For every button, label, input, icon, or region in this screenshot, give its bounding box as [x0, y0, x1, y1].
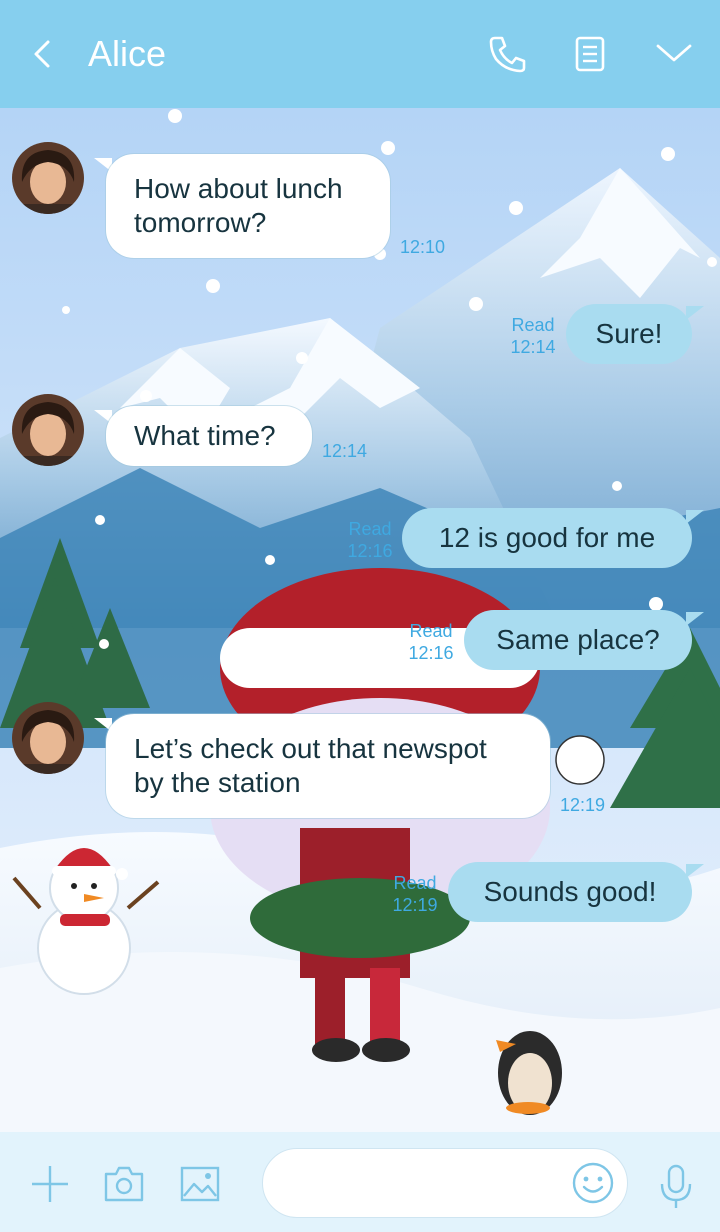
- chat-title: Alice: [88, 33, 167, 74]
- incoming-message-bubble[interactable]: Let’s check out that newspot by the stat…: [106, 714, 550, 818]
- read-label: Read: [511, 315, 555, 335]
- chevron-down-icon[interactable]: [652, 32, 696, 76]
- read-label: Read: [409, 621, 453, 641]
- emoji-icon[interactable]: [570, 1160, 616, 1206]
- contact-avatar[interactable]: [12, 702, 84, 774]
- back-icon[interactable]: [26, 34, 62, 74]
- read-label: Read: [393, 873, 437, 893]
- chat-header: Alice: [0, 0, 720, 108]
- message-timestamp: 12:14: [322, 441, 368, 461]
- outgoing-message-bubble[interactable]: 12 is good for me: [402, 508, 692, 568]
- message-timestamp: 12:10: [400, 237, 446, 257]
- message-text-line: How about lunch: [134, 173, 343, 204]
- incoming-message-bubble[interactable]: How about lunch tomorrow?: [106, 154, 390, 258]
- message-timestamp: 12:16: [347, 541, 393, 561]
- incoming-message-bubble[interactable]: What time?: [106, 406, 312, 466]
- outgoing-message-bubble[interactable]: Same place?: [464, 610, 692, 670]
- message-timestamp: 12:19: [392, 895, 438, 915]
- message-read-status: Read 12:16: [404, 620, 458, 664]
- plus-icon[interactable]: [28, 1162, 72, 1206]
- message-read-status: Read 12:14: [506, 314, 560, 358]
- read-label: Read: [348, 519, 392, 539]
- phone-icon[interactable]: [486, 32, 530, 76]
- message-text-line: by the station: [134, 767, 301, 798]
- message-text-line: Let’s check out that newspot: [134, 733, 487, 764]
- outgoing-message-bubble[interactable]: Sounds good!: [448, 862, 692, 922]
- message-read-status: Read 12:16: [342, 518, 398, 562]
- contact-avatar[interactable]: [12, 394, 84, 466]
- message-composer: [0, 1132, 720, 1232]
- microphone-icon[interactable]: [656, 1162, 696, 1210]
- outgoing-message-bubble[interactable]: Sure!: [566, 304, 692, 364]
- message-timestamp: 12:16: [408, 643, 454, 663]
- notes-icon[interactable]: [568, 32, 612, 76]
- camera-icon[interactable]: [102, 1162, 146, 1206]
- message-read-status: Read 12:19: [388, 872, 442, 916]
- message-timestamp: 12:14: [510, 337, 556, 357]
- message-text-line: tomorrow?: [134, 207, 267, 238]
- message-timestamp: 12:19: [560, 795, 606, 815]
- image-icon[interactable]: [178, 1162, 222, 1206]
- contact-avatar[interactable]: [12, 142, 84, 214]
